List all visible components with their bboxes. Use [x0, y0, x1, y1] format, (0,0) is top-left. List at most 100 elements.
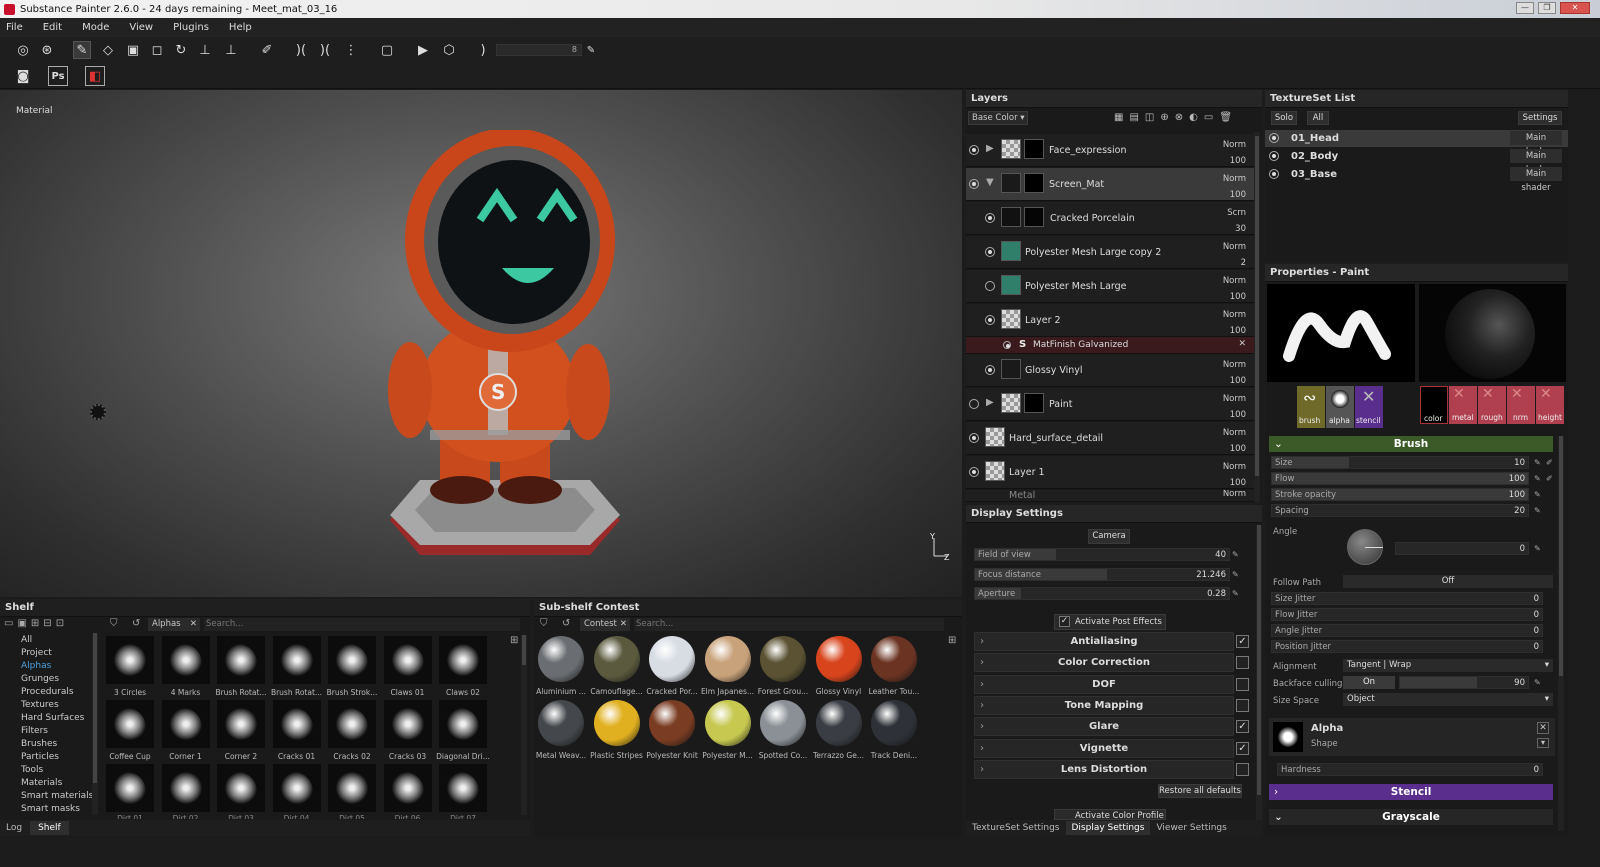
size-slider[interactable]: Size 10	[1271, 456, 1529, 469]
add-effect-icon[interactable]: ⊕	[1160, 112, 1168, 123]
shelf-category-item[interactable]: Alphas	[21, 661, 51, 671]
polygon-fill-icon[interactable]: ◻	[148, 41, 166, 59]
alpha-tile[interactable]	[106, 700, 154, 748]
textureset-item[interactable]: 03_Base Main shader	[1265, 166, 1568, 193]
visibility-icon[interactable]	[985, 213, 995, 223]
delete-layer-icon[interactable]: 🗑	[1219, 112, 1232, 123]
material-preset[interactable]	[538, 700, 584, 746]
shelf-category-item[interactable]: All	[21, 635, 32, 645]
alpha-tile[interactable]	[217, 636, 265, 684]
pen-pressure-icon[interactable]: ✎	[1534, 490, 1543, 499]
smudge-icon[interactable]: ↻	[172, 41, 190, 59]
tab-viewer-settings[interactable]: Viewer Settings	[1150, 821, 1232, 835]
layer-blend[interactable]: Norm	[1223, 459, 1246, 475]
shelf-category-item[interactable]: Filters	[21, 726, 48, 736]
alpha-tile[interactable]	[106, 636, 154, 684]
visibility-icon[interactable]	[969, 145, 979, 155]
layer-row[interactable]: Polyester Mesh Large Norm 100	[966, 270, 1254, 303]
alpha-tile[interactable]	[272, 700, 321, 748]
close-icon[interactable]: ✕	[620, 618, 627, 631]
angle-jitter-slider[interactable]: Angle Jitter 0	[1271, 624, 1543, 637]
visibility-icon[interactable]	[969, 179, 979, 189]
material-preset[interactable]	[871, 636, 917, 682]
layer-blend[interactable]: Norm	[1223, 273, 1246, 289]
alpha-thumbnail[interactable]	[1273, 722, 1303, 752]
visibility-icon[interactable]	[985, 281, 995, 291]
aperture-slider[interactable]: Aperture 0.28	[974, 587, 1230, 600]
alpha-tile[interactable]	[439, 636, 487, 684]
layer-blend[interactable]: Norm	[1223, 171, 1246, 187]
visibility-icon[interactable]	[1003, 341, 1011, 349]
checkbox-icon[interactable]	[1236, 677, 1249, 691]
tab-display-settings[interactable]: Display Settings	[1065, 821, 1151, 835]
pen-pressure-icon[interactable]: ✎	[1534, 506, 1543, 515]
stencil-slot[interactable]: ✕ stencil	[1355, 386, 1383, 428]
height-channel[interactable]: ✕ height	[1536, 386, 1564, 424]
layer-blend[interactable]: Norm	[1223, 137, 1246, 153]
material-preset[interactable]	[760, 700, 806, 746]
checkbox-checked-icon[interactable]: ✓	[1236, 741, 1249, 755]
alpha-tile[interactable]	[272, 636, 321, 684]
alpha-tile[interactable]	[383, 636, 432, 684]
new-folder-icon[interactable]: ▣	[17, 618, 26, 629]
material-preset[interactable]	[649, 636, 695, 682]
remove-alpha-icon[interactable]: ✕	[1537, 722, 1549, 734]
layer-blend[interactable]: Norm	[1223, 357, 1246, 373]
add-layer-icon[interactable]: ▤	[1129, 112, 1138, 123]
restore-defaults-button[interactable]: Restore all defaults	[1158, 784, 1242, 798]
layer-opacity[interactable]: 100	[1223, 153, 1246, 169]
activate-post-effects-button[interactable]: ✓ Activate Post Effects	[1054, 614, 1166, 630]
post-effect-color-correction[interactable]: › Color Correction	[974, 653, 1234, 673]
camera-icon[interactable]: ▶	[414, 41, 432, 59]
checkbox-icon[interactable]	[1236, 698, 1249, 712]
light-gizmo-icon[interactable]	[90, 404, 106, 420]
add-mask-icon[interactable]: ◫	[1145, 112, 1154, 123]
pen-tilt-icon[interactable]: ✐	[1546, 474, 1555, 483]
material-preset[interactable]	[704, 636, 751, 682]
layer-row[interactable]: Metal Norm	[966, 490, 1254, 502]
reset-filter-icon[interactable]: ↺	[562, 618, 570, 629]
material-preset[interactable]	[871, 700, 917, 746]
shelf-category-item[interactable]: Materials	[21, 778, 62, 788]
alpha-tile[interactable]	[328, 764, 376, 812]
checkbox-icon[interactable]	[1236, 762, 1249, 776]
flow-jitter-slider[interactable]: Flow Jitter 0	[1271, 608, 1543, 621]
shelf-scrollbar[interactable]	[521, 635, 527, 815]
layer-opacity[interactable]: 100	[1223, 441, 1246, 457]
color-channel[interactable]: color	[1420, 386, 1448, 424]
visibility-icon[interactable]	[1269, 151, 1279, 161]
layer-row[interactable]: Cracked Porcelain Scrn 30	[966, 202, 1254, 235]
alpha-tile[interactable]	[217, 764, 265, 812]
reset-filter-icon[interactable]: ↺	[132, 618, 140, 629]
stencil-section-header[interactable]: › Stencil	[1269, 784, 1553, 800]
rough-channel[interactable]: ✕ rough	[1478, 386, 1506, 424]
shader-selector[interactable]: Main shader	[1510, 167, 1562, 193]
3d-viewport[interactable]: Material S Y Z	[0, 90, 962, 597]
filter-icon[interactable]: ⛉	[110, 618, 118, 629]
visibility-icon[interactable]	[1269, 169, 1279, 179]
color-picker-icon[interactable]: ✐	[258, 41, 276, 59]
screenshot-icon[interactable]: ◙	[14, 67, 32, 85]
material-preset[interactable]	[593, 700, 640, 746]
visibility-icon[interactable]	[985, 365, 995, 375]
layer-opacity[interactable]: 100	[1223, 373, 1246, 389]
alignment-dropdown[interactable]: Tangent | Wrap ▾	[1343, 659, 1553, 672]
export-icon[interactable]: ⊟	[43, 618, 51, 629]
shelf-category-item[interactable]: Smart masks	[21, 804, 80, 814]
export-icon[interactable]: ◧	[85, 66, 105, 86]
post-effect-antialiasing[interactable]: › Antialiasing	[974, 632, 1234, 651]
categories-scrollbar[interactable]	[92, 633, 98, 815]
brush-size-field[interactable]: 8	[496, 44, 582, 56]
layer-opacity[interactable]: 100	[1223, 289, 1246, 305]
shelf-category-item[interactable]: Tools	[21, 765, 43, 775]
normal-channel[interactable]: ✕ nrm	[1507, 386, 1535, 424]
substance-icon[interactable]: ◎	[14, 41, 32, 59]
layer-blend[interactable]: Norm	[1223, 391, 1246, 407]
viewport-mode-icon[interactable]: ▢	[378, 41, 396, 59]
camera-tab[interactable]: Camera	[1088, 529, 1130, 544]
alpha-tile[interactable]	[439, 700, 487, 748]
size-space-dropdown[interactable]: Object ▾	[1343, 693, 1553, 706]
pen-tilt-icon[interactable]: ✐	[1546, 458, 1555, 467]
close-button[interactable]: ✕	[1560, 2, 1590, 14]
backface-toggle[interactable]: On	[1343, 676, 1395, 689]
